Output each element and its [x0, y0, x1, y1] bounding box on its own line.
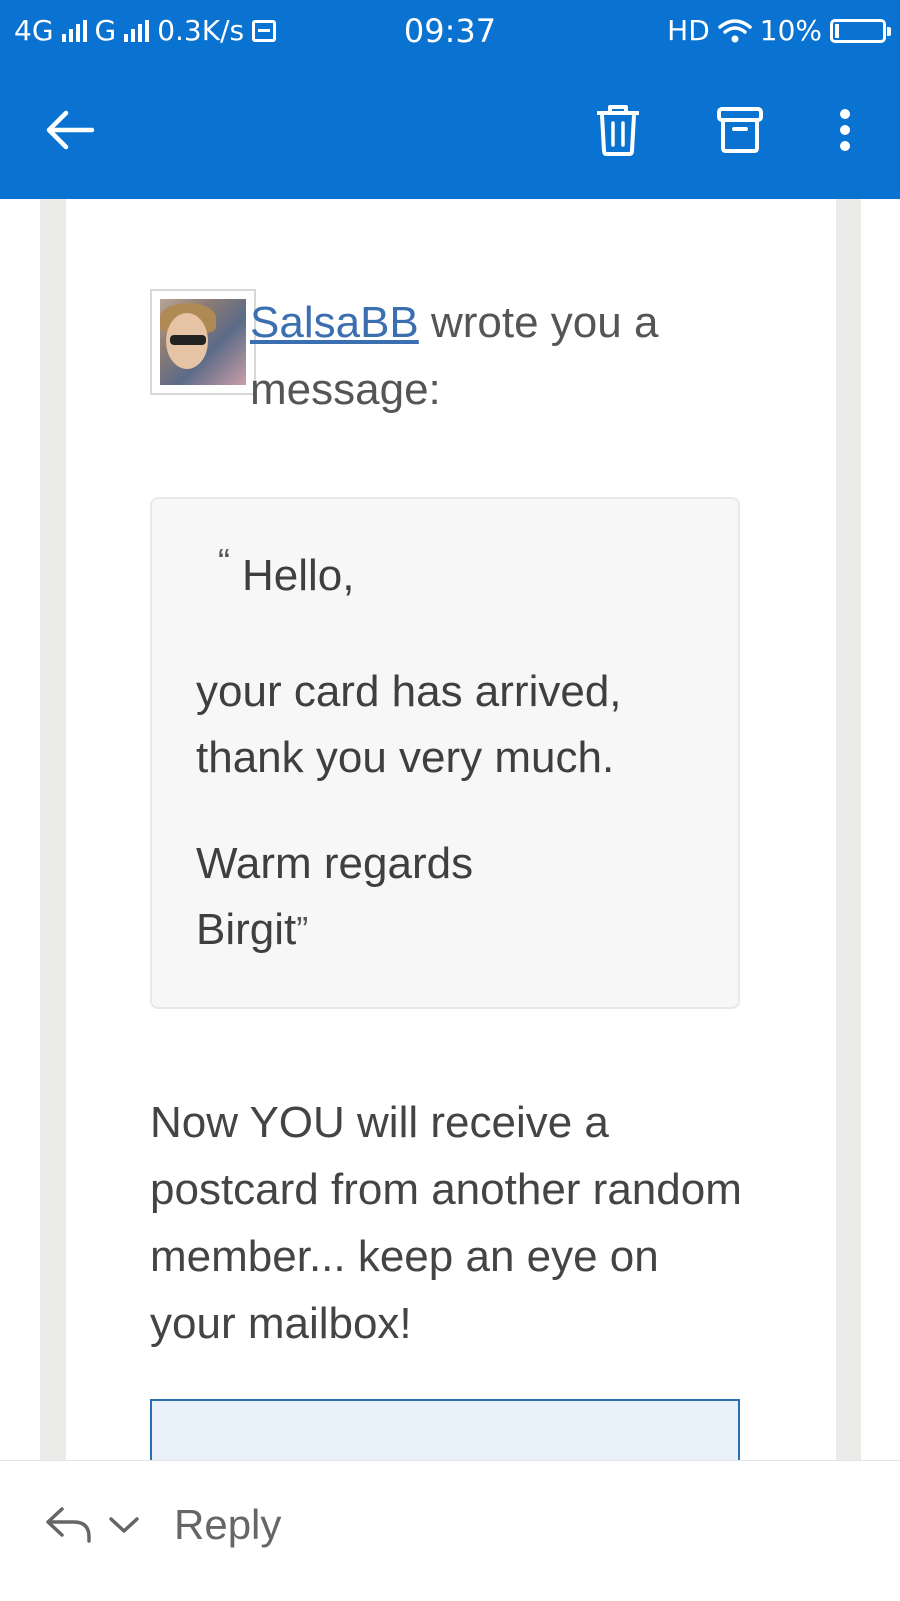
more-vertical-icon	[840, 109, 850, 151]
sender-line: SalsaBB wrote you a message:	[250, 289, 690, 423]
open-quote-mark: “	[218, 541, 230, 582]
status-right: HD 10%	[667, 14, 891, 47]
back-button[interactable]	[30, 90, 110, 170]
quote-paragraph-2: Warm regards Birgit”	[196, 831, 473, 963]
reply-arrow-icon	[46, 1507, 91, 1543]
sender-avatar[interactable]	[150, 289, 256, 395]
quote-signoff: Birgit”	[196, 897, 473, 963]
message-body-frame: SalsaBB wrote you a message: “ Hello, yo…	[40, 199, 861, 1460]
battery-icon	[830, 18, 891, 43]
quoted-message: “ Hello, your card has arrived, thank yo…	[150, 497, 740, 1009]
chevron-down-icon[interactable]	[108, 1515, 140, 1535]
reply-button[interactable]: Reply	[44, 1501, 281, 1549]
wifi-icon	[718, 18, 752, 42]
status-bar: 4G G 0.3K/s 09:37 HD 10%	[0, 0, 900, 62]
archive-icon	[717, 107, 763, 153]
archive-button[interactable]	[700, 90, 780, 170]
quote-line: your card has arrived,	[196, 667, 622, 716]
message-paragraph: Now YOU will receive a postcard from ano…	[150, 1098, 742, 1348]
quote-line: Birgit	[196, 905, 297, 954]
more-options-button[interactable]	[805, 90, 885, 170]
hd-indicator: HD	[667, 14, 710, 47]
reply-label: Reply	[174, 1501, 282, 1548]
message-card: SalsaBB wrote you a message: “ Hello, yo…	[66, 199, 836, 1460]
message-toolbar	[0, 62, 900, 199]
sender-name-link[interactable]: SalsaBB	[250, 298, 419, 347]
delete-button[interactable]	[578, 90, 658, 170]
battery-percent: 10%	[759, 14, 822, 47]
quote-paragraph-1: your card has arrived, thank you very mu…	[196, 659, 622, 791]
quote-line: Warm regards	[196, 839, 474, 888]
avatar-photo	[160, 299, 246, 385]
quote-line: thank you very much.	[196, 733, 615, 782]
battery-level	[835, 23, 839, 38]
reply-bar: Reply	[0, 1460, 900, 1601]
action-link-box[interactable]	[150, 1399, 740, 1460]
quote-greeting: Hello,	[242, 551, 355, 600]
close-quote-mark: ”	[296, 909, 309, 950]
trash-icon	[597, 105, 639, 156]
arrow-left-icon	[46, 110, 95, 150]
